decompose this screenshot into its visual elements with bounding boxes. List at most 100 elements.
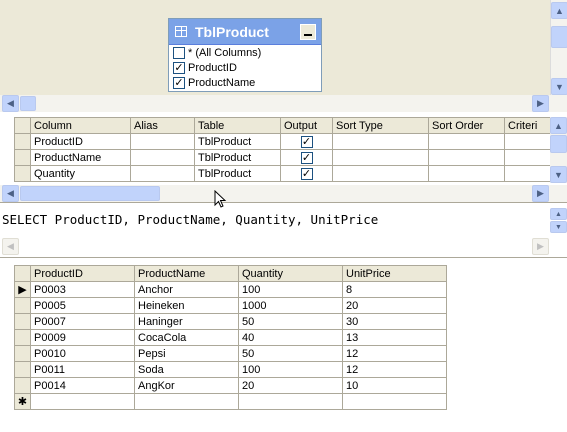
cell[interactable]: CocaCola (134, 329, 239, 346)
header-productid[interactable]: ProductID (30, 265, 135, 282)
output-checkbox[interactable] (300, 151, 313, 164)
cell[interactable]: 30 (342, 313, 447, 330)
minimize-button[interactable] (300, 23, 316, 40)
scroll-thumb[interactable] (551, 26, 567, 48)
scroll-thumb[interactable] (20, 186, 160, 201)
cell-sort-order[interactable] (428, 149, 505, 166)
row-selector[interactable] (14, 165, 31, 182)
column-item-productid[interactable]: ProductID (169, 60, 321, 75)
scroll-right-icon[interactable]: ▶ (532, 238, 549, 255)
column-checkbox[interactable] (173, 46, 185, 59)
cell[interactable]: 40 (238, 329, 343, 346)
header-sort-order[interactable]: Sort Order (428, 117, 505, 134)
row-selector[interactable] (14, 149, 31, 166)
cell[interactable]: Haninger (134, 313, 239, 330)
cell-sort-order[interactable] (428, 133, 505, 150)
cell-criteria[interactable] (504, 133, 551, 150)
header-quantity[interactable]: Quantity (238, 265, 343, 282)
cell[interactable]: 20 (342, 297, 447, 314)
cell-criteria[interactable] (504, 149, 551, 166)
cell[interactable]: P0007 (30, 313, 135, 330)
output-checkbox[interactable] (300, 167, 313, 180)
sql-vertical-scrollbar[interactable]: ▲ ▼ (550, 208, 567, 234)
table-titlebar[interactable]: TblProduct (169, 19, 321, 45)
cell[interactable]: P0014 (30, 377, 135, 394)
cell-table[interactable]: TblProduct (194, 165, 281, 182)
cell-output[interactable] (280, 165, 333, 182)
scroll-left-icon[interactable]: ◀ (2, 185, 19, 202)
row-selector[interactable] (14, 297, 31, 314)
scroll-down-icon[interactable]: ▼ (550, 221, 567, 233)
table-row[interactable]: P0011 Soda 100 12 (14, 361, 447, 378)
cell[interactable]: Pepsi (134, 345, 239, 362)
cell-column[interactable]: ProductName (30, 149, 131, 166)
row-selector[interactable] (14, 133, 31, 150)
table-window[interactable]: TblProduct * (All Columns) ProductID Pro… (168, 18, 322, 92)
header-table[interactable]: Table (194, 117, 281, 134)
cell-column[interactable]: Quantity (30, 165, 131, 182)
scroll-right-icon[interactable]: ▶ (532, 95, 549, 112)
cell[interactable]: P0010 (30, 345, 135, 362)
criteria-row[interactable]: ProductID TblProduct (14, 133, 551, 150)
criteria-row[interactable]: Quantity TblProduct (14, 165, 551, 182)
cell[interactable]: 1000 (238, 297, 343, 314)
row-selector[interactable] (14, 329, 31, 346)
output-checkbox[interactable] (300, 135, 313, 148)
cell[interactable] (30, 393, 135, 410)
column-checkbox[interactable] (173, 76, 185, 89)
cell[interactable]: P0009 (30, 329, 135, 346)
column-checkbox[interactable] (173, 61, 185, 74)
cell[interactable]: AngKor (134, 377, 239, 394)
cell[interactable]: 50 (238, 345, 343, 362)
cell-criteria[interactable] (504, 165, 551, 182)
row-selector[interactable] (14, 345, 31, 362)
cell-sort-type[interactable] (332, 133, 429, 150)
grid-vertical-scrollbar[interactable]: ▲ ▼ (550, 117, 567, 183)
scroll-down-icon[interactable]: ▼ (551, 78, 567, 95)
cell[interactable]: 13 (342, 329, 447, 346)
scroll-up-icon[interactable]: ▲ (550, 117, 567, 134)
cell-alias[interactable] (130, 133, 195, 150)
scroll-left-icon[interactable]: ◀ (2, 95, 19, 112)
scroll-up-icon[interactable]: ▲ (550, 208, 567, 220)
scroll-right-icon[interactable]: ▶ (532, 185, 549, 202)
header-alias[interactable]: Alias (130, 117, 195, 134)
table-row[interactable]: P0010 Pepsi 50 12 (14, 345, 447, 362)
table-row[interactable]: P0014 AngKor 20 10 (14, 377, 447, 394)
scroll-thumb[interactable] (20, 96, 36, 111)
header-criteria[interactable]: Criteri (504, 117, 551, 134)
cell[interactable]: 12 (342, 345, 447, 362)
cell-sort-order[interactable] (428, 165, 505, 182)
scroll-thumb[interactable] (550, 135, 567, 153)
header-output[interactable]: Output (280, 117, 333, 134)
cell[interactable] (134, 393, 239, 410)
cell[interactable]: 100 (238, 281, 343, 298)
diagram-vertical-scrollbar[interactable]: ▲ ▼ (550, 0, 567, 96)
cell[interactable] (238, 393, 343, 410)
cell[interactable] (342, 393, 447, 410)
cell[interactable]: P0011 (30, 361, 135, 378)
sql-text[interactable]: SELECT ProductID, ProductName, Quantity,… (2, 212, 378, 227)
cell[interactable]: 100 (238, 361, 343, 378)
header-unitprice[interactable]: UnitPrice (342, 265, 447, 282)
cell[interactable]: P0005 (30, 297, 135, 314)
cell-output[interactable] (280, 133, 333, 150)
diagram-horizontal-scrollbar[interactable]: ◀ ▶ (0, 95, 567, 112)
cell[interactable]: Anchor (134, 281, 239, 298)
cell[interactable]: 50 (238, 313, 343, 330)
row-selector[interactable] (14, 361, 31, 378)
table-row[interactable]: ▶ P0003 Anchor 100 8 (14, 281, 447, 298)
new-row[interactable]: ✱ (14, 393, 447, 410)
scroll-up-icon[interactable]: ▲ (551, 2, 567, 19)
current-row-icon[interactable]: ▶ (14, 281, 31, 298)
cell-sort-type[interactable] (332, 149, 429, 166)
table-row[interactable]: P0007 Haninger 50 30 (14, 313, 447, 330)
cell-alias[interactable] (130, 149, 195, 166)
cell-table[interactable]: TblProduct (194, 149, 281, 166)
scroll-down-icon[interactable]: ▼ (550, 166, 567, 183)
cell[interactable]: 12 (342, 361, 447, 378)
cell-column[interactable]: ProductID (30, 133, 131, 150)
column-item-all[interactable]: * (All Columns) (169, 45, 321, 60)
cell[interactable]: 20 (238, 377, 343, 394)
sql-horizontal-scrollbar[interactable]: ◀ ▶ (0, 238, 567, 255)
